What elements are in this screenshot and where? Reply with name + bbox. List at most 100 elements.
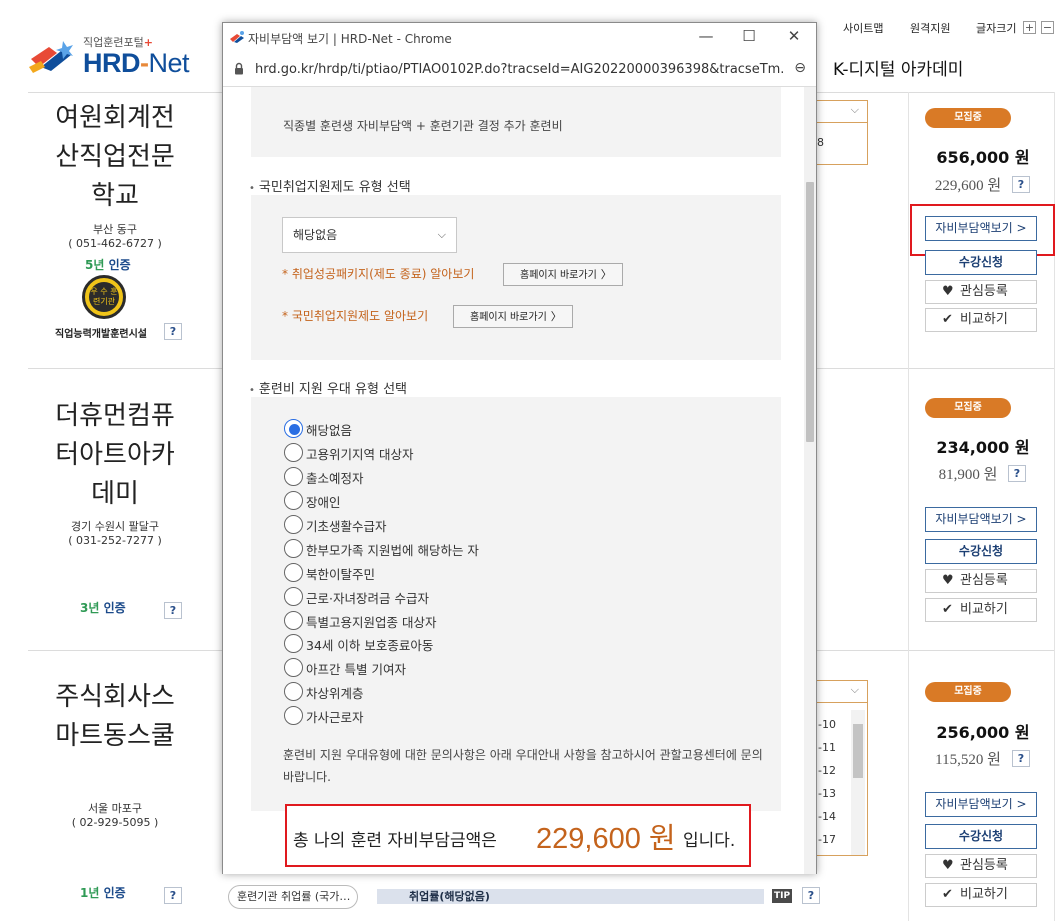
add-interest-button[interactable]: ♥ 관심등록 [925,280,1037,304]
scrollbar-thumb[interactable] [806,182,814,442]
scrollbar-thumb[interactable] [853,724,863,778]
add-interest-button[interactable]: ♥ 관심등록 [925,854,1037,878]
excellent-institution-medal-icon: 우 수 훈련기관 [82,275,126,319]
heart-icon: ♥ [942,573,954,588]
tip-badge[interactable]: TIP [772,889,792,903]
lock-icon [235,62,243,75]
success-package-link[interactable]: * 취업성공패키지(제도 종료) 알아보기 [282,265,474,282]
font-increase-button[interactable]: + [1023,21,1036,34]
self-pay-price: 81,900 원 [938,467,998,483]
radio-icon[interactable] [284,491,303,510]
minimize-button[interactable]: — [686,27,726,45]
view-self-pay-button[interactable]: 자비부담액보기 > [925,792,1037,817]
total-suffix: 입니다. [683,831,736,851]
radio-icon[interactable] [284,443,303,462]
radio-icon[interactable] [284,682,303,701]
close-window-button[interactable]: ✕ [774,27,814,45]
logo-title: HRD-Net [83,48,190,78]
inquiry-note: 훈련비 지원 우대유형에 대한 문의사항은 아래 우대안내 사항을 참고하시어 … [283,748,763,784]
compare-button[interactable]: ✔ 비교하기 [925,598,1037,622]
radio-icon[interactable] [284,706,303,725]
radio-icon[interactable] [284,539,303,558]
facility-type-label: 직업능력개발훈련시설 [55,329,147,340]
status-badge: 모집중 [925,398,1011,418]
window-titlebar[interactable]: 자비부담액 보기 | HRD-Net - Chrome — ☐ ✕ [223,23,816,53]
employment-rate-bar: 취업률(해당없음) [377,889,764,904]
institution-name[interactable]: 여원회계전 산직업전문 학교 [40,99,190,216]
url-text[interactable]: hrd.go.kr/hrdp/ti/ptiao/PTIAO0102P.do?tr… [255,62,785,77]
certification-badge: 5년 인증 [85,258,131,272]
bg-dropdown[interactable]: ⌵ [808,100,868,123]
bg-info-box: 8 [808,123,868,165]
radio-icon[interactable] [284,587,303,606]
radio-icon[interactable] [284,467,303,486]
employment-support-link[interactable]: * 국민취업지원제도 알아보기 [282,307,428,324]
popup-content: 직종별 훈련생 자비부담액 + 훈련기관 결정 추가 훈련비 • 국민취업지원제도… [223,87,804,874]
heart-icon: ♥ [942,858,954,873]
section-title-preferential-type: • 훈련비 지원 우대 유형 선택 [249,382,407,397]
self-pay-price: 115,520 원 [935,752,1001,768]
bg-list-scrollbar[interactable] [851,710,865,855]
radio-icon[interactable] [284,563,303,582]
maximize-button[interactable]: ☐ [729,27,769,45]
radio-icon[interactable] [284,515,303,534]
radio-icon[interactable] [284,611,303,630]
column-divider [908,92,909,921]
view-self-pay-button[interactable]: 자비부담액보기 > [925,507,1037,532]
help-icon[interactable]: ? [164,887,182,904]
institution-name[interactable]: 더휴먼컴퓨 터아트아카 데미 [40,397,190,514]
employment-support-select[interactable]: 해당없음 ⌵ [282,217,457,253]
help-icon[interactable]: ? [802,887,820,904]
help-icon[interactable]: ? [1012,750,1030,767]
course-price: 234,000 원 [936,438,1030,457]
radio-icon[interactable] [284,634,303,653]
header-program-title[interactable]: K-디지털 아카데미 [833,55,963,80]
add-interest-button[interactable]: ♥ 관심등록 [925,569,1037,593]
intro-box: 직종별 훈련생 자비부담액 + 훈련기관 결정 추가 훈련비 [251,87,781,157]
radio-icon[interactable] [284,658,303,677]
self-pay-popup-window: 자비부담액 보기 | HRD-Net - Chrome — ☐ ✕ hrd.go… [222,22,817,874]
apply-button[interactable]: 수강신청 [925,250,1037,275]
check-icon: ✔ [942,887,953,902]
font-size-label: 글자크기 [976,22,1017,35]
chevron-down-icon: ⌵ [850,683,859,696]
employment-support-box: 해당없음 ⌵ * 취업성공패키지(제도 종료) 알아보기 홈페이지 바로가기 〉 *… [251,195,781,360]
zoom-icon[interactable]: ⊖ [794,60,806,76]
hrd-favicon-icon [230,31,244,43]
course-price: 256,000 원 [936,723,1030,742]
help-icon[interactable]: ? [164,323,182,340]
font-decrease-button[interactable]: − [1041,21,1054,34]
self-pay-price: 229,600 원 [934,178,1002,194]
certification-badge: 1년 인증 [80,886,126,900]
radio-selected-icon[interactable] [284,419,303,438]
chevron-down-icon: ⌵ [850,103,859,116]
help-icon[interactable]: ? [1008,465,1026,482]
homepage-button-1[interactable]: 홈페이지 바로가기 〉 [503,263,623,286]
intro-text: 직종별 훈련생 자비부담액 + 훈련기관 결정 추가 훈련비 [283,119,563,133]
compare-button[interactable]: ✔ 비교하기 [925,883,1037,907]
highlight-box [910,204,1055,256]
status-badge: 모집중 [925,108,1011,128]
certification-badge: 3년 인증 [80,601,126,615]
apply-button[interactable]: 수강신청 [925,824,1037,849]
remote-support-link[interactable]: 원격지원 [910,20,950,36]
address-bar[interactable]: hrd.go.kr/hrdp/ti/ptiao/PTIAO0102P.do?tr… [223,53,816,87]
status-badge: 모집중 [925,682,1011,702]
employment-rate-tab[interactable]: 훈련기관 취업률 (국가… [228,885,358,909]
bg-dropdown[interactable]: ⌵ [808,680,868,703]
chevron-right-icon: 〉 [550,310,562,323]
institution-name[interactable]: 주식회사스 마트동스쿨 [40,678,190,756]
course-price: 656,000 원 [936,148,1030,167]
sitemap-link[interactable]: 사이트맵 [843,20,883,36]
compare-button[interactable]: ✔ 비교하기 [925,308,1037,332]
popup-scrollbar[interactable] [804,87,816,874]
apply-button[interactable]: 수강신청 [925,539,1037,564]
homepage-button-2[interactable]: 홈페이지 바로가기 〉 [453,305,573,328]
institution-address: 경기 수원시 팔달구( 031-252-7277 ) [68,520,162,547]
bg-list-numbers: -10 -11 -12 -13 -14 -17 [818,718,836,846]
heart-icon: ♥ [942,284,954,299]
help-icon[interactable]: ? [164,602,182,619]
help-icon[interactable]: ? [1012,176,1030,193]
check-icon: ✔ [942,312,953,327]
chevron-right-icon: 〉 [600,268,612,281]
